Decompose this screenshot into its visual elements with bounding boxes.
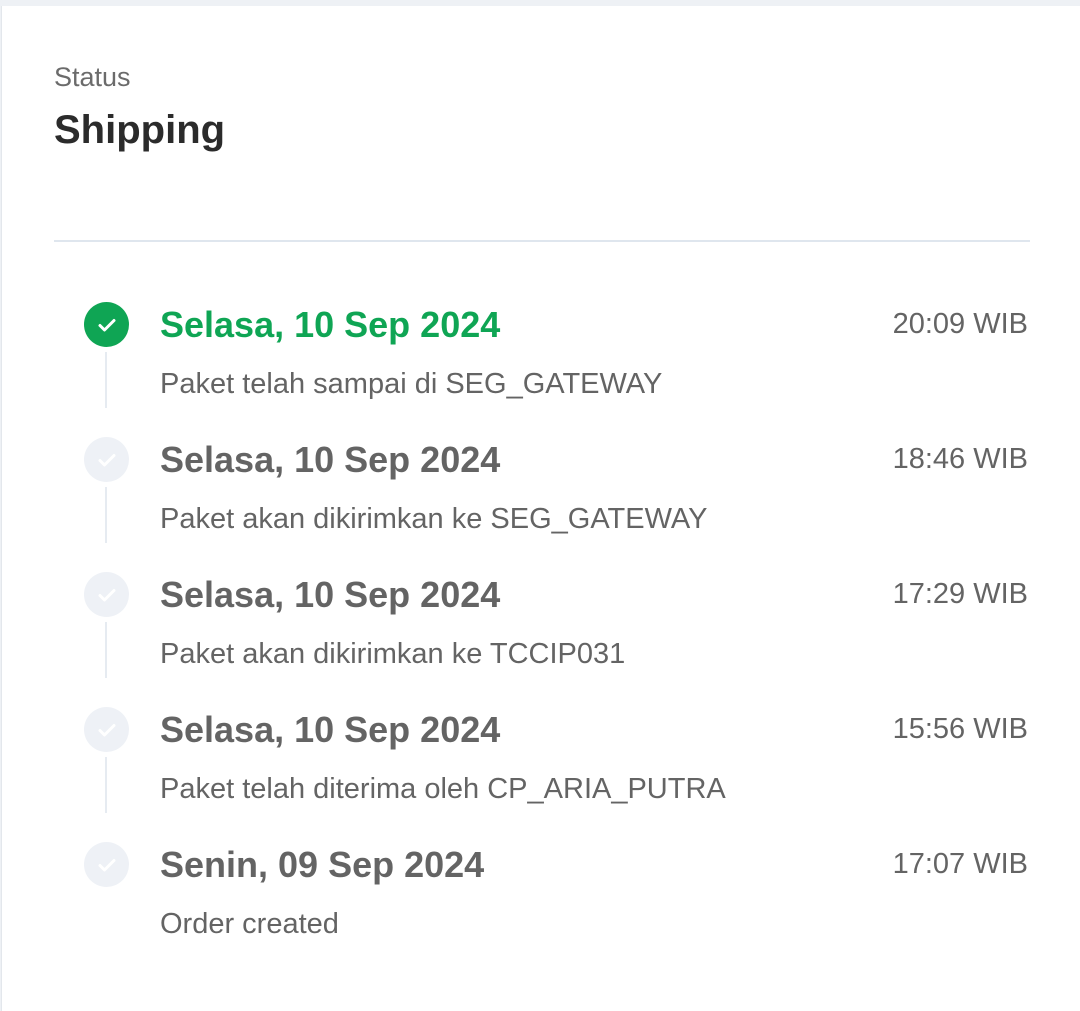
event-description: Paket akan dikirimkan ke SEG_GATEWAY (160, 503, 708, 535)
timeline-connector (105, 487, 107, 543)
event-time: 18:46 WIB (892, 443, 1028, 475)
timeline-event: Selasa, 10 Sep 2024 20:09 WIB Paket tela… (2, 302, 1080, 437)
event-time: 20:09 WIB (892, 308, 1028, 340)
event-description: Paket telah diterima oleh CP_ARIA_PUTRA (160, 773, 726, 805)
check-icon (84, 437, 129, 482)
timeline-connector (105, 352, 107, 408)
timeline-connector (105, 757, 107, 813)
event-time: 17:07 WIB (892, 848, 1028, 880)
event-date: Selasa, 10 Sep 2024 (160, 439, 501, 480)
check-icon (84, 842, 129, 887)
event-description: Paket telah sampai di SEG_GATEWAY (160, 368, 663, 400)
event-time: 17:29 WIB (892, 578, 1028, 610)
event-description: Order created (160, 908, 339, 940)
event-description: Paket akan dikirimkan ke TCCIP031 (160, 638, 626, 670)
event-date: Selasa, 10 Sep 2024 (160, 709, 501, 750)
event-time: 15:56 WIB (892, 713, 1028, 745)
event-date: Senin, 09 Sep 2024 (160, 844, 485, 885)
check-icon (84, 572, 129, 617)
timeline-event: Selasa, 10 Sep 2024 15:56 WIB Paket tela… (2, 707, 1080, 842)
check-icon (84, 302, 129, 347)
shipping-status-card: Status Shipping Selasa, 10 Sep 2024 20:0… (1, 6, 1080, 1011)
event-date: Selasa, 10 Sep 2024 (160, 574, 501, 615)
timeline-event: Selasa, 10 Sep 2024 18:46 WIB Paket akan… (2, 437, 1080, 572)
timeline-connector (105, 622, 107, 678)
check-icon (84, 707, 129, 752)
timeline-event: Senin, 09 Sep 2024 17:07 WIB Order creat… (2, 842, 1080, 977)
timeline-event: Selasa, 10 Sep 2024 17:29 WIB Paket akan… (2, 572, 1080, 707)
tracking-timeline: Selasa, 10 Sep 2024 20:09 WIB Paket tela… (2, 6, 1080, 1011)
event-date: Selasa, 10 Sep 2024 (160, 304, 501, 345)
